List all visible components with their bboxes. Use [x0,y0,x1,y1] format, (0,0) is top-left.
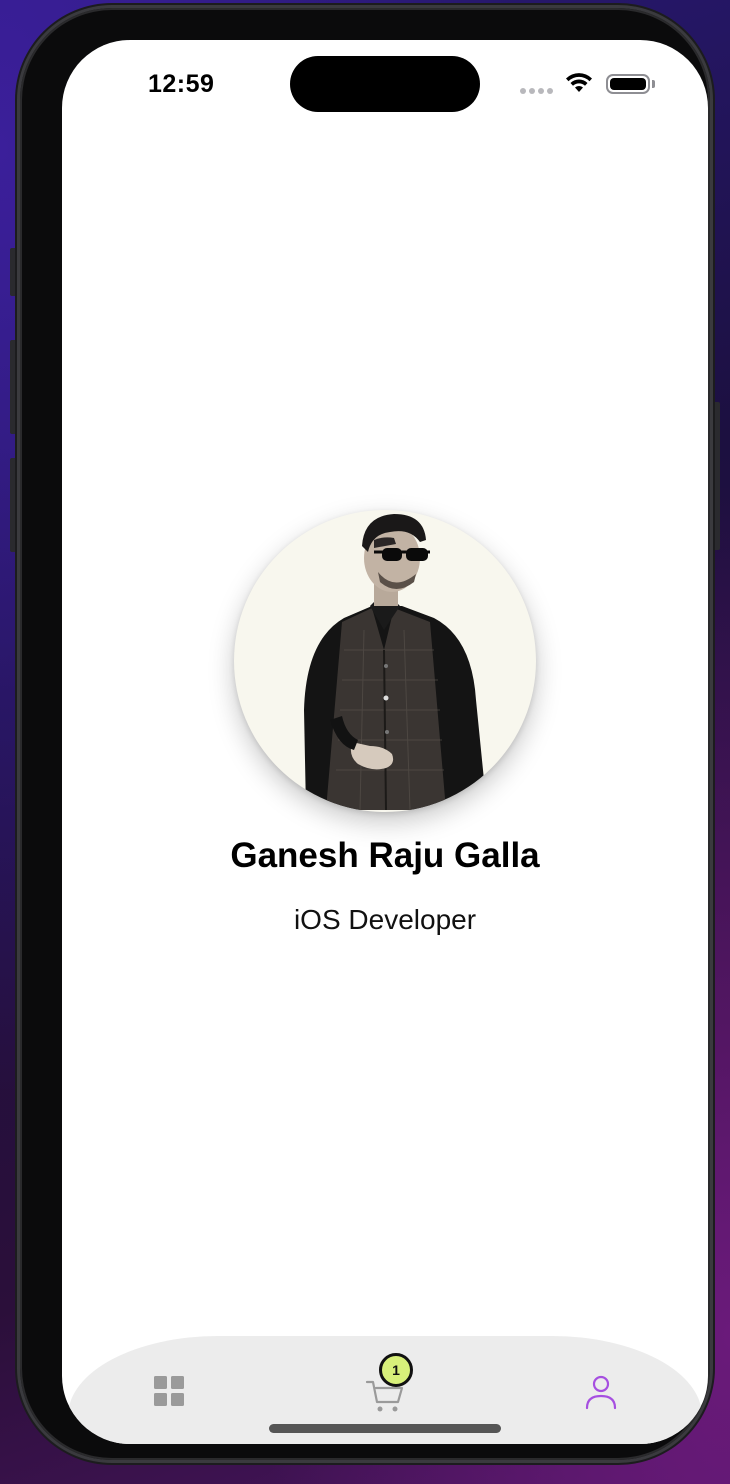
volume-up-button [10,340,20,434]
dynamic-island [290,56,480,112]
cellular-signal-icon [520,88,554,94]
profile-photo [234,510,536,812]
cart-badge: 1 [379,1353,413,1387]
wifi-icon [566,73,592,92]
power-button [710,402,720,550]
profile-name: Ganesh Raju Galla [230,836,540,875]
status-time: 12:59 [148,70,215,98]
home-indicator[interactable] [269,1424,501,1433]
battery-icon [606,74,650,94]
profile-title: iOS Developer [293,904,477,935]
volume-down-button [10,458,20,552]
person-icon[interactable] [580,1372,624,1416]
grid-icon[interactable] [152,1374,196,1418]
app-screen: 12:59 Ganesh Raju Galla iOS Developer 1 [62,40,708,1444]
phone-frame: 12:59 Ganesh Raju Galla iOS Developer 1 [20,8,710,1460]
battery-cap [652,80,655,88]
action-button [10,248,20,296]
person-photo-illustration [304,514,484,811]
